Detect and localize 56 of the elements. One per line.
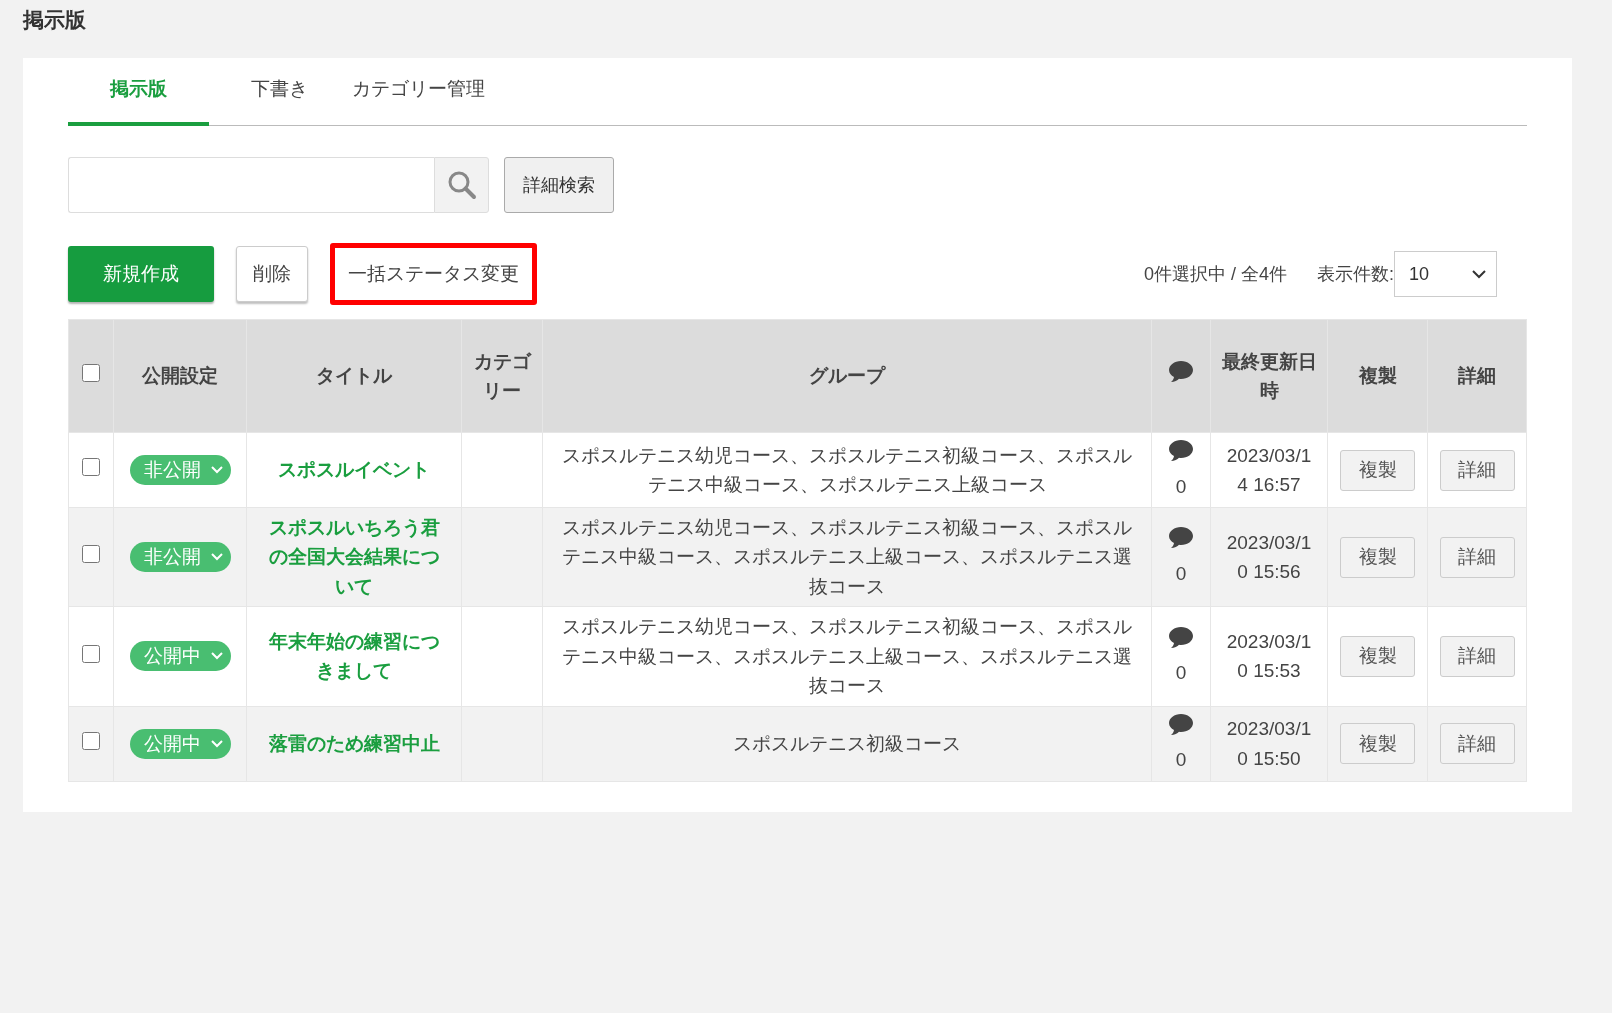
per-page-label: 表示件数: bbox=[1317, 263, 1394, 286]
column-header: 公開設定 bbox=[113, 319, 247, 433]
comment-icon bbox=[1168, 526, 1194, 551]
group-text: スポスルテニス幼児コース、スポスルテニス初級コース、スポスルテニス中級コース、スポスルテニス上級コース、スポスルテニス選抜コース bbox=[562, 517, 1132, 597]
chevron-down-icon bbox=[1472, 269, 1486, 279]
updated-date: 2023/03/10 15:56 bbox=[1225, 530, 1313, 585]
tab[interactable]: 下書き bbox=[251, 64, 308, 126]
copy-button[interactable]: 複製 bbox=[1340, 723, 1415, 765]
search-icon bbox=[446, 170, 477, 200]
advanced-search-button[interactable]: 詳細検索 bbox=[504, 157, 614, 213]
comment-icon bbox=[1168, 359, 1194, 384]
row-checkbox[interactable] bbox=[82, 644, 100, 663]
per-page-select[interactable]: 10 bbox=[1394, 251, 1497, 297]
copy-button[interactable]: 複製 bbox=[1340, 635, 1415, 677]
row-checkbox[interactable] bbox=[82, 458, 100, 477]
comment-count: 0 bbox=[1175, 661, 1187, 683]
detail-button[interactable]: 詳細 bbox=[1439, 536, 1515, 578]
column-header: 詳細 bbox=[1427, 319, 1527, 433]
column-header: タイトル bbox=[246, 319, 462, 433]
comment-icon bbox=[1168, 712, 1194, 737]
updated-date: 2023/03/14 16:57 bbox=[1225, 443, 1313, 497]
detail-button[interactable]: 詳細 bbox=[1439, 635, 1515, 677]
detail-button[interactable]: 詳細 bbox=[1439, 449, 1515, 491]
column-header: 最終更新日時 bbox=[1210, 319, 1328, 433]
column-header: 複製 bbox=[1327, 319, 1428, 433]
comment-count: 0 bbox=[1175, 562, 1187, 584]
comment-icon bbox=[1168, 625, 1194, 650]
selection-summary: 0件選択中 / 全4件 bbox=[1143, 263, 1287, 286]
row-checkbox[interactable] bbox=[82, 545, 100, 564]
chevron-down-icon bbox=[210, 652, 223, 661]
group-text: スポスルテニス幼児コース、スポスルテニス初級コース、スポスルテニス中級コース、スポスルテニス上級コース、スポスルテニス選抜コース bbox=[562, 616, 1132, 697]
select-all-checkbox[interactable] bbox=[82, 364, 100, 383]
action-button[interactable]: 一括ステータス変更 bbox=[330, 243, 537, 305]
comment-count: 0 bbox=[1175, 749, 1187, 771]
chevron-down-icon bbox=[210, 739, 223, 748]
chevron-down-icon bbox=[210, 466, 223, 474]
copy-button[interactable]: 複製 bbox=[1340, 536, 1415, 578]
chevron-down-icon bbox=[210, 553, 223, 562]
group-text: スポスルテニス幼児コース、スポスルテニス初級コース、スポスルテニス中級コース、スポスルテニス上級コース bbox=[562, 444, 1132, 495]
detail-button[interactable]: 詳細 bbox=[1439, 723, 1515, 765]
comment-icon bbox=[1168, 439, 1194, 464]
column-header: カテゴリー bbox=[461, 319, 543, 433]
tab[interactable]: カテゴリー管理 bbox=[352, 64, 485, 126]
column-header: グループ bbox=[542, 319, 1152, 433]
tab[interactable]: 掲示版 bbox=[68, 64, 209, 126]
action-button[interactable]: 削除 bbox=[236, 246, 308, 302]
action-button[interactable]: 新規作成 bbox=[68, 246, 214, 302]
page-title: 掲示版 bbox=[23, 7, 87, 33]
updated-date: 2023/03/10 15:53 bbox=[1225, 630, 1313, 684]
search-field[interactable] bbox=[68, 157, 434, 213]
comment-count: 0 bbox=[1175, 475, 1187, 497]
updated-date: 2023/03/10 15:50 bbox=[1225, 717, 1313, 771]
row-checkbox[interactable] bbox=[82, 731, 100, 750]
copy-button[interactable]: 複製 bbox=[1340, 449, 1415, 491]
group-text: スポスルテニス初級コース bbox=[733, 732, 961, 754]
search-button[interactable] bbox=[434, 157, 489, 213]
